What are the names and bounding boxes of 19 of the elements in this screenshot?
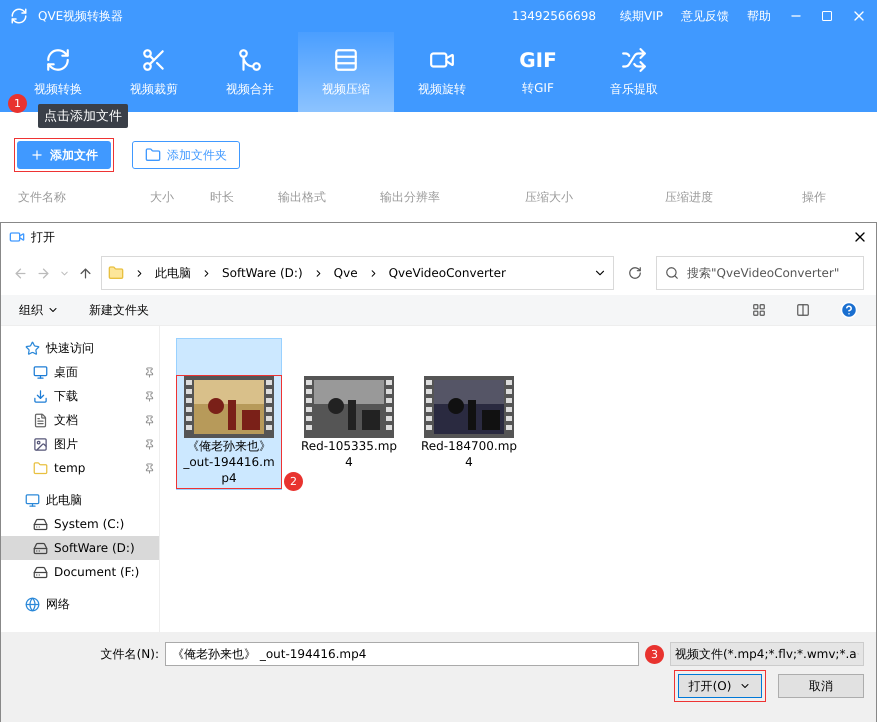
column-header: 操作	[802, 189, 827, 206]
dialog-title: 打开	[31, 228, 56, 246]
gif-icon: GIF	[519, 48, 557, 72]
filename-label: 文件名(N):	[100, 646, 159, 662]
phone-number: 13492566698	[512, 9, 596, 23]
column-header: 输出格式	[278, 189, 327, 206]
file-name: 《俺老孙来也》 _out-194416.m p4	[183, 438, 275, 486]
step-badge: 2	[284, 472, 303, 491]
file-name: Red-105335.mp 4	[300, 438, 398, 470]
column-header: 时长	[210, 189, 235, 206]
app-title: QVE视频转换器	[38, 8, 124, 24]
column-header: 压缩进度	[665, 189, 714, 206]
column-header: 输出分辨率	[380, 189, 441, 206]
file-name: Red-184700.mp 4	[420, 438, 518, 470]
column-header: 文件名称	[18, 189, 67, 206]
column-header: 大小	[150, 189, 175, 206]
tooltip: 点击添加文件	[38, 104, 128, 128]
step-badge: 3	[645, 644, 664, 664]
column-header: 压缩大小	[525, 189, 574, 206]
